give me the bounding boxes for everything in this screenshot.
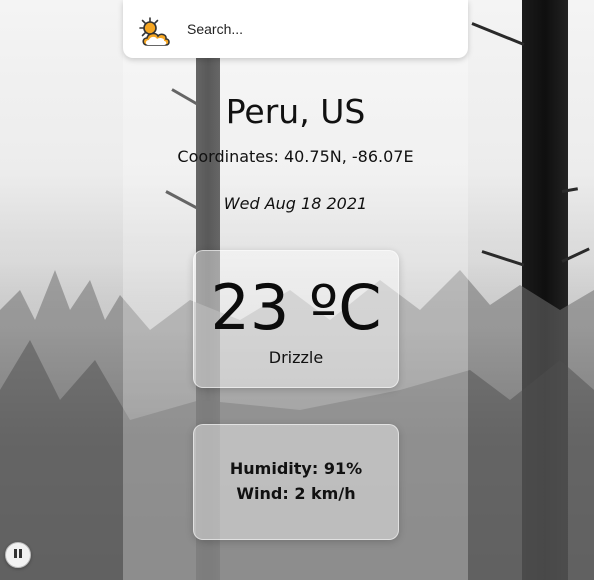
search-bar bbox=[123, 0, 468, 58]
wind-text: Wind: 2 km/h bbox=[236, 484, 356, 503]
location-title: Peru, US bbox=[225, 92, 366, 131]
temperature-card: 23 ºC Drizzle bbox=[193, 250, 399, 388]
pause-button[interactable] bbox=[5, 542, 31, 568]
temperature-value: 23 ºC bbox=[210, 271, 382, 344]
humidity-text: Humidity: 91% bbox=[229, 459, 363, 478]
pause-icon bbox=[13, 549, 23, 561]
details-card: Humidity: 91% Wind: 2 km/h bbox=[193, 424, 399, 540]
weather-condition: Drizzle bbox=[268, 348, 324, 367]
date-text: Wed Aug 18 2021 bbox=[223, 194, 368, 213]
search-input[interactable] bbox=[187, 17, 447, 41]
partly-cloudy-icon bbox=[139, 17, 170, 46]
coordinates-text: Coordinates: 40.75N, -86.07E bbox=[177, 147, 414, 166]
